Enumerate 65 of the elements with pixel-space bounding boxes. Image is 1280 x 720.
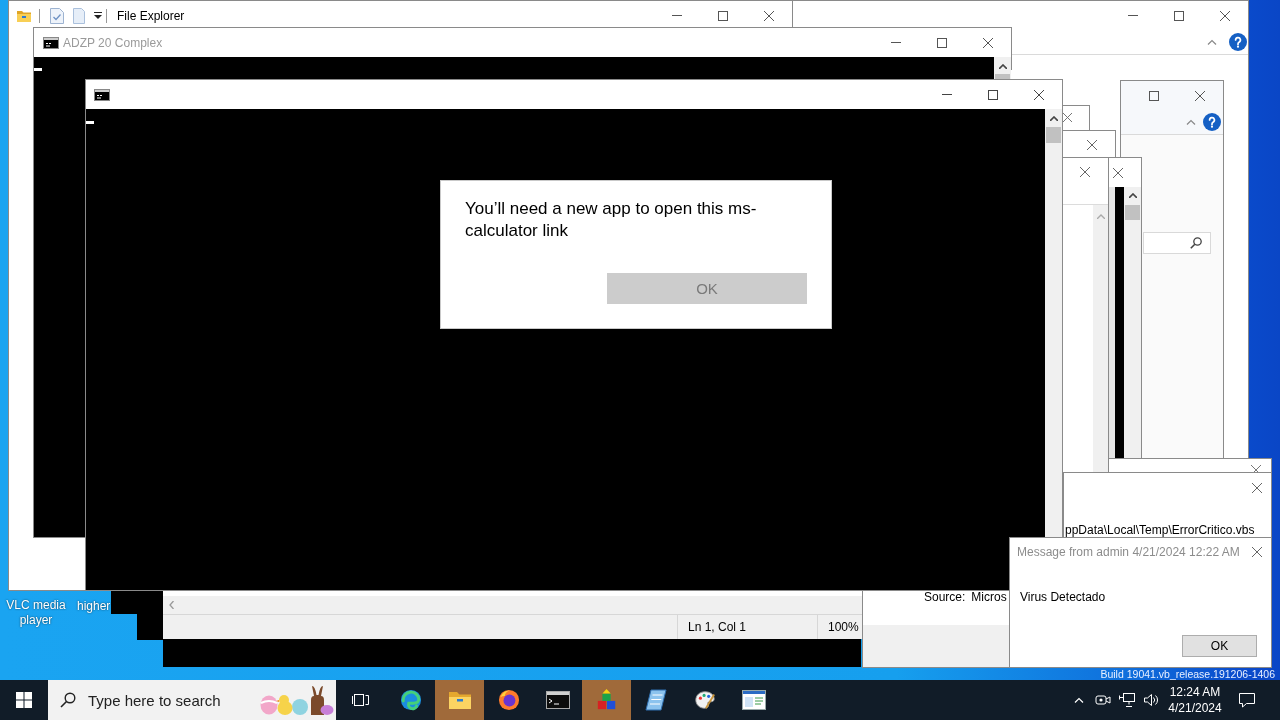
chevron-up-icon[interactable] [998, 64, 1007, 69]
palette-icon [692, 689, 717, 711]
chevron-up-icon[interactable] [1049, 116, 1058, 121]
swirl-icon [398, 689, 423, 711]
folder-icon [447, 689, 472, 711]
window-title: ADZP 20 Complex [63, 35, 163, 50]
vertical-scrollbar[interactable] [1045, 109, 1062, 537]
maximize-icon[interactable] [718, 10, 728, 21]
terminal-icon [545, 689, 570, 711]
message-text: Virus Detectado [1020, 590, 1106, 604]
close-icon[interactable] [1113, 167, 1123, 178]
window-title: Message from admin 4/21/2024 12:22 AM [1017, 545, 1240, 559]
page-check-icon[interactable] [50, 7, 64, 24]
close-icon[interactable] [1063, 113, 1072, 122]
horizontal-scrollbar[interactable] [163, 596, 862, 614]
maximize-icon[interactable] [988, 89, 998, 100]
caret-icon[interactable] [94, 12, 102, 19]
vertical-scrollbar[interactable] [1124, 187, 1141, 459]
speaker-icon[interactable] [1143, 692, 1159, 708]
notification-icon[interactable] [1238, 692, 1256, 708]
maximize-icon[interactable] [1174, 10, 1184, 21]
field-value: Micros [971, 590, 1007, 604]
network-icon[interactable] [1119, 692, 1135, 708]
clock-date[interactable]: 4/21/2024 [1168, 700, 1222, 716]
scroll-thumb[interactable] [995, 74, 1010, 79]
search-input[interactable]: Type here to search [88, 691, 258, 709]
maximize-icon[interactable] [937, 37, 947, 48]
terminal-icon [94, 88, 110, 101]
file-path-text: ppData\Local\Temp\ErrorCritico.vbs [1064, 523, 1256, 537]
vertical-scrollbar[interactable] [994, 57, 1011, 79]
search-icon [60, 692, 76, 708]
help-icon[interactable] [1229, 33, 1247, 51]
flame-globe-icon [496, 689, 521, 711]
windows-logo-icon[interactable] [16, 692, 32, 708]
clock-time[interactable]: 12:24 AM [1169, 684, 1221, 700]
maximize-icon[interactable] [1149, 90, 1159, 101]
field-label: Source: [924, 590, 966, 604]
notebook-icon [643, 689, 668, 711]
close-icon[interactable] [1080, 167, 1090, 177]
dialog-message: You’ll need a new app to open this ms-calculator link [465, 198, 758, 242]
window-title: File Explorer [117, 8, 185, 23]
search-box[interactable]: Type here to search [48, 680, 336, 720]
close-icon[interactable] [764, 10, 774, 21]
close-icon[interactable] [1252, 547, 1262, 557]
close-icon[interactable] [1087, 140, 1097, 150]
chevron-up-icon[interactable] [1128, 193, 1137, 198]
camera-icon[interactable] [1095, 692, 1111, 708]
scroll-thumb[interactable] [1125, 205, 1140, 220]
close-icon[interactable] [1252, 483, 1262, 493]
close-icon[interactable] [1195, 90, 1205, 101]
vertical-scrollbar[interactable] [1093, 205, 1108, 472]
task-view-icon[interactable] [352, 692, 370, 708]
ok-button[interactable]: OK [1182, 635, 1257, 657]
close-icon[interactable] [1220, 10, 1230, 21]
close-icon[interactable] [1034, 89, 1044, 100]
help-icon[interactable] [1203, 113, 1221, 131]
status-text: 100% [828, 620, 859, 634]
close-icon[interactable] [983, 37, 993, 48]
search-field[interactable] [1143, 232, 1211, 254]
status-text: Ln 1, Col 1 [688, 620, 747, 634]
window-icon [741, 689, 766, 711]
scroll-thumb[interactable] [1046, 127, 1061, 143]
build-info-text: Build 19041.vb_release.191206-1406 [1100, 668, 1275, 680]
search-icon[interactable] [1190, 237, 1202, 249]
terminal-icon [43, 36, 59, 49]
